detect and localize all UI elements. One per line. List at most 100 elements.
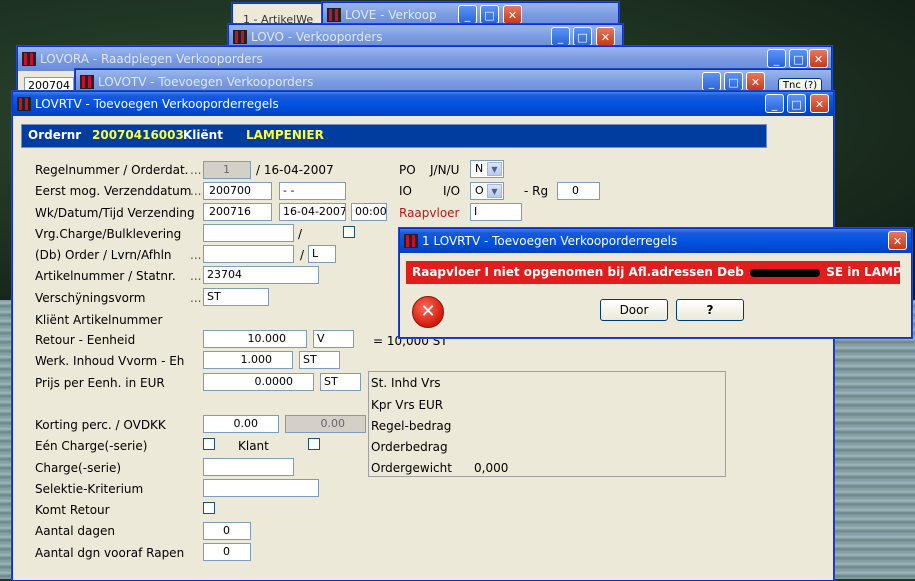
regelnummer-input[interactable]: 1: [203, 161, 251, 179]
een-charge-checkbox[interactable]: [203, 438, 215, 450]
prijs-input[interactable]: 0.0000: [203, 373, 314, 391]
io-select-value: O: [475, 184, 484, 197]
maximize-button[interactable]: □: [724, 72, 743, 91]
app-icon: [327, 8, 341, 22]
maximize-button[interactable]: □: [480, 5, 499, 24]
minimize-button[interactable]: _: [702, 72, 721, 91]
bulklevering-checkbox[interactable]: [343, 226, 355, 238]
label-vrg: Vrg.Charge/Bulklevering: [35, 227, 182, 241]
eerst-date-input[interactable]: - -: [279, 182, 346, 200]
close-button[interactable]: ✕: [809, 49, 828, 68]
error-dialog[interactable]: 1 LOVRTV - Toevoegen Verkooporderregels …: [399, 228, 912, 338]
aantal-input[interactable]: 0: [203, 522, 251, 540]
prijs-unit-input[interactable]: ST: [320, 373, 361, 391]
ordergewicht-value: 0,000: [474, 461, 509, 475]
wk-time-input[interactable]: 00:00: [351, 203, 387, 221]
minimize-button[interactable]: _: [765, 94, 784, 113]
jnu-select-value: N: [475, 162, 484, 175]
raapvloer-input[interactable]: I: [470, 203, 522, 221]
bg-window-4-titlebar[interactable]: LOVORA - Raadplegen Verkooporders: [18, 47, 831, 71]
totals-panel: St. Inhd Vrs Kpr Vrs EUR Regel-bedrag Or…: [368, 371, 726, 477]
label-eerst: Eerst mog. Verzenddatum: [35, 184, 192, 198]
close-button[interactable]: ✕: [746, 72, 765, 91]
label-selektie: Selektie-Kriterium: [35, 482, 144, 496]
jnu-label: J/N/U: [430, 163, 460, 177]
jnu-select[interactable]: N ▼: [470, 160, 504, 178]
korting-input[interactable]: 0.00: [203, 415, 279, 433]
label-aantal: Aantal dagen: [35, 524, 115, 538]
selektie-input[interactable]: [203, 479, 319, 497]
close-button[interactable]: ✕: [596, 27, 615, 46]
aantalrapen-input[interactable]: 0: [203, 543, 251, 561]
retour-unit-input[interactable]: V: [313, 330, 354, 348]
chevron-down-icon[interactable]: ▼: [487, 162, 502, 176]
versch-input[interactable]: ST: [203, 288, 269, 306]
eerst-week-input[interactable]: 200700: [203, 182, 272, 200]
door-button[interactable]: Door: [600, 299, 668, 321]
kpr-vrs-label: Kpr Vrs EUR: [371, 398, 444, 412]
close-button[interactable]: ✕: [503, 5, 522, 24]
label-klientart: Kliënt Artikelnummer: [35, 313, 163, 327]
po-label: PO: [399, 163, 416, 177]
lvrn-input[interactable]: L: [308, 245, 336, 263]
orderbedrag-label: Orderbedrag: [371, 440, 448, 454]
ordernr-label: Ordernr: [28, 128, 82, 142]
label-wk: Wk/Datum/Tijd Verzending: [35, 206, 195, 220]
werk-unit-input[interactable]: ST: [299, 351, 340, 369]
komt-retour-checkbox[interactable]: [203, 502, 215, 514]
close-button[interactable]: ✕: [810, 94, 829, 113]
label-werk: Werk. Inhoud Vvorm - Eh: [35, 354, 185, 368]
main-titlebar[interactable]: LOVRTV - Toevoegen Verkooporderregels: [13, 92, 833, 116]
dots-eerst: ...: [190, 184, 202, 198]
label-db: (Db) Order / Lvrn/Afhln: [35, 248, 172, 262]
db-sep: /: [300, 248, 305, 262]
artikel-input[interactable]: 23704: [203, 266, 319, 284]
app-icon: [22, 52, 36, 66]
bg-window-4-title: LOVORA - Raadplegen Verkooporders: [40, 52, 263, 66]
st-inhd-label: St. Inhd Vrs: [371, 376, 441, 390]
label-artikel: Artikelnummer / Statnr.: [35, 269, 176, 283]
app-icon: [80, 75, 94, 89]
rg-input[interactable]: 0: [557, 182, 600, 200]
label-prijs: Prijs per Eenh. in EUR: [35, 376, 165, 390]
dialog-close-button[interactable]: ✕: [888, 231, 907, 250]
retour-input[interactable]: 10.000: [203, 330, 307, 348]
dots-versch: ...: [190, 291, 202, 305]
bg-window-5-title: LOVOTV - Toevoegen Verkooporders: [98, 75, 314, 89]
ovdkk-input[interactable]: 0.00: [285, 415, 366, 433]
io-select[interactable]: O ▼: [470, 182, 504, 200]
raapvloer-label: Raapvloer: [399, 206, 460, 220]
ordernr-value: 20070416003: [92, 128, 184, 142]
minimize-button[interactable]: _: [767, 49, 786, 68]
dialog-titlebar[interactable]: 1 LOVRTV - Toevoegen Verkooporderregels: [400, 229, 911, 253]
wk-date-input[interactable]: 16-04-2007: [279, 203, 346, 221]
app-icon: [404, 234, 418, 248]
label-retour: Retour - Eenheid: [35, 333, 136, 347]
order-header-bar: Ordernr 20070416003 Kliënt LAMPENIER: [21, 124, 767, 148]
maximize-button[interactable]: □: [789, 49, 808, 68]
werk-input[interactable]: 1.000: [203, 351, 293, 369]
main-title: LOVRTV - Toevoegen Verkooporderregels: [35, 97, 279, 111]
minimize-button[interactable]: _: [551, 27, 570, 46]
maximize-button[interactable]: □: [573, 27, 592, 46]
orderdat-text: / 16-04-2007: [256, 163, 334, 177]
app-icon: [17, 97, 31, 111]
maximize-button[interactable]: □: [787, 94, 806, 113]
redacted-mark: [750, 268, 821, 277]
rg-label: - Rg: [524, 184, 549, 198]
klient-label: Kliënt: [183, 128, 223, 142]
io-label: IO: [399, 184, 412, 198]
db-order-input[interactable]: [203, 245, 294, 263]
help-button[interactable]: ?: [676, 299, 744, 321]
dialog-title: 1 LOVRTV - Toevoegen Verkooporderregels: [422, 234, 678, 248]
minimize-button[interactable]: _: [458, 5, 477, 24]
error-message-bar: Raapvloer I niet opgenomen bij Afl.adres…: [406, 261, 900, 284]
label-een: Eén Charge(-serie): [35, 439, 148, 453]
wk-week-input[interactable]: 200716: [203, 203, 272, 221]
chevron-down-icon[interactable]: ▼: [487, 184, 502, 198]
klant-checkbox[interactable]: [308, 438, 320, 450]
label-aantalrapen: Aantal dgn vooraf Rapen: [35, 546, 185, 560]
vrg-charge-input[interactable]: [203, 224, 294, 242]
label-charge: Charge(-serie): [35, 461, 122, 475]
charge-input[interactable]: [203, 458, 294, 476]
